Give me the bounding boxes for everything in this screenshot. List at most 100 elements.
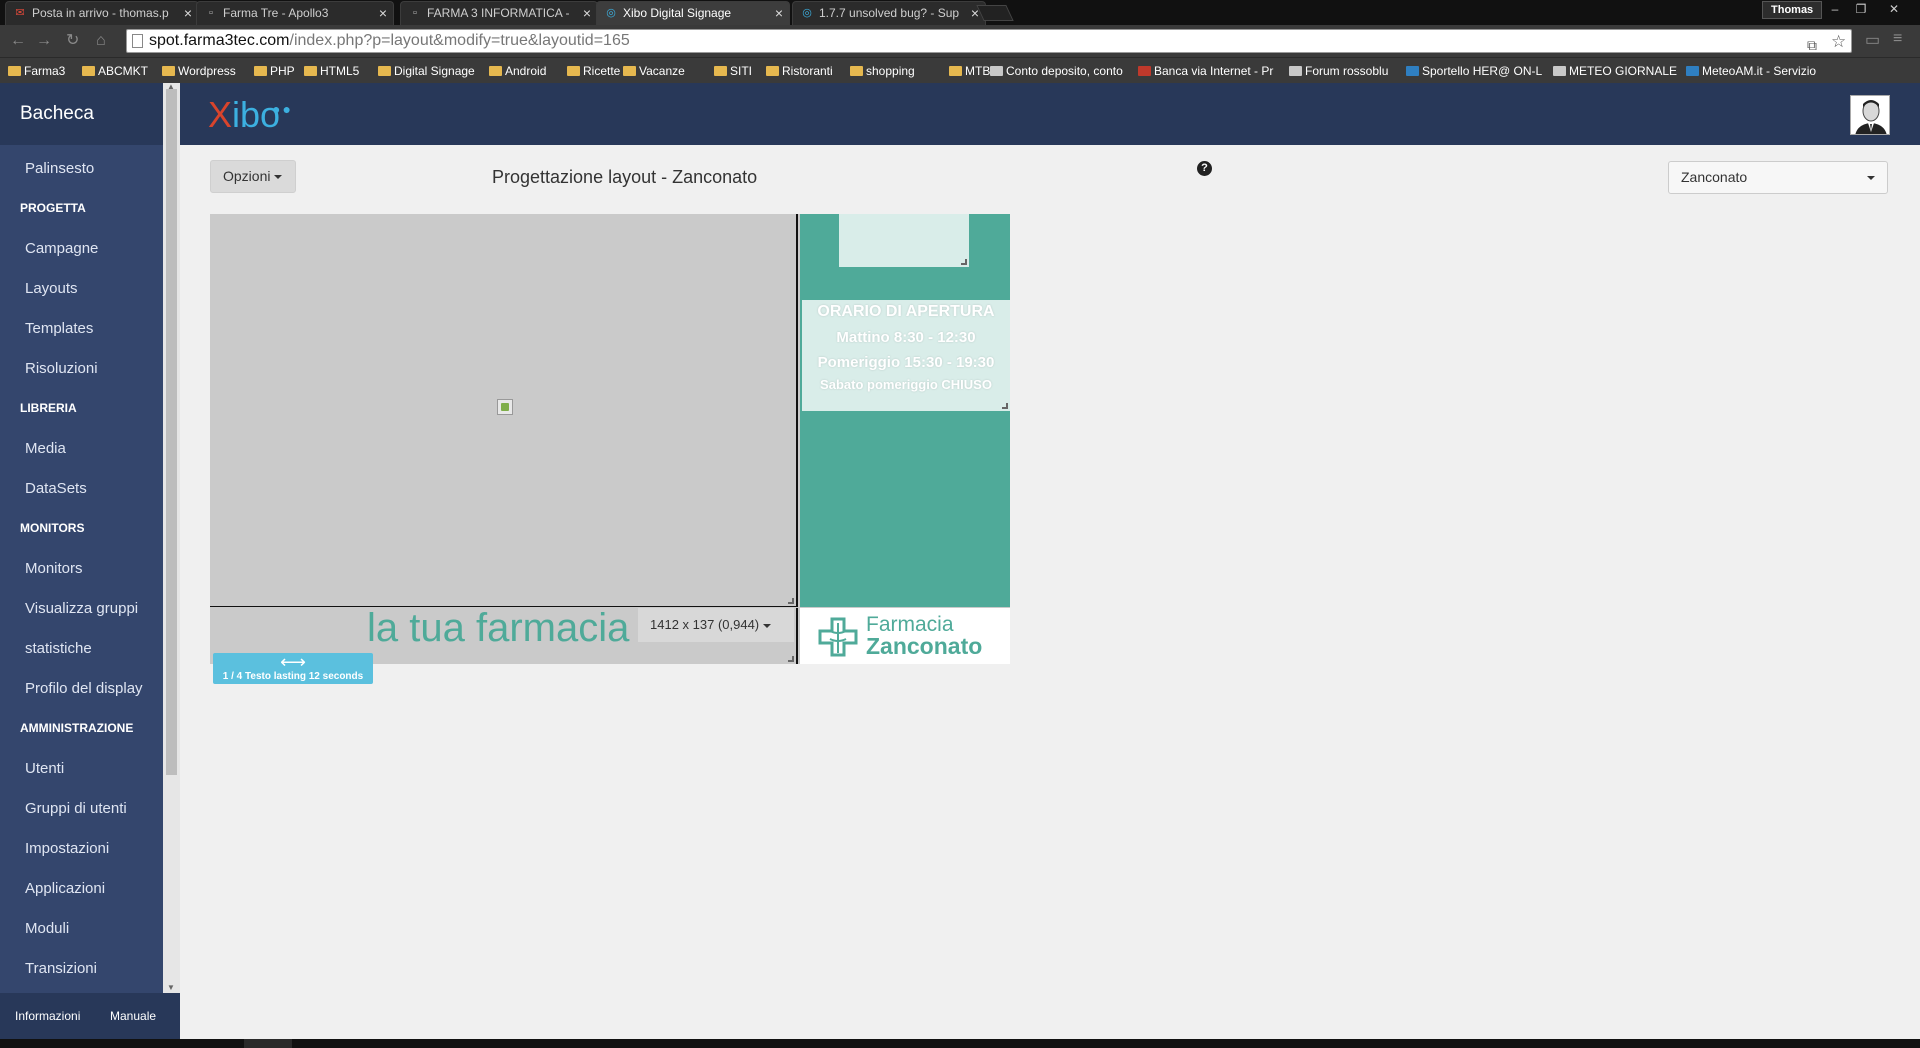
folder-icon bbox=[714, 66, 727, 76]
folder-icon bbox=[8, 66, 21, 76]
sidebar-heading-progetta: PROGETTA bbox=[20, 201, 86, 215]
close-tab-icon[interactable]: × bbox=[379, 2, 387, 24]
bookmark-item[interactable]: PHP bbox=[252, 62, 295, 80]
browser-tab[interactable]: ✉ Posta in arrivo - thomas.p × bbox=[5, 1, 199, 25]
user-avatar[interactable] bbox=[1850, 95, 1890, 135]
bookmark-item[interactable]: Vacanze bbox=[621, 62, 685, 80]
sidebar-item-gruppi-utenti[interactable]: Gruppi di utenti bbox=[25, 800, 127, 817]
reload-icon[interactable]: ↻ bbox=[66, 33, 79, 49]
bookmark-item[interactable]: METEO GIORNALE bbox=[1551, 62, 1677, 80]
sidebar-item-datasets[interactable]: DataSets bbox=[25, 480, 87, 497]
help-icon[interactable]: ? bbox=[1197, 161, 1212, 176]
close-tab-icon[interactable]: × bbox=[775, 2, 783, 24]
footer-link-informazioni[interactable]: Informazioni bbox=[15, 1009, 80, 1023]
sidebar-item-monitors[interactable]: Monitors bbox=[25, 560, 83, 577]
forward-icon[interactable]: → bbox=[36, 33, 52, 49]
sidebar-item-visualizza-gruppi[interactable]: Visualizza gruppi bbox=[25, 600, 138, 617]
sidebar-item-impostazioni[interactable]: Impostazioni bbox=[25, 840, 109, 857]
options-label: Opzioni bbox=[223, 168, 271, 184]
sidebar-item-utenti[interactable]: Utenti bbox=[25, 760, 64, 777]
browser-tab[interactable]: ◎ 1.7.7 unsolved bug? - Sup × bbox=[792, 1, 986, 25]
bookmark-item[interactable]: Conto deposito, conto bbox=[988, 62, 1123, 80]
sidebar-item-profilo-display[interactable]: Profilo del display bbox=[25, 680, 143, 697]
sidebar-item-layouts[interactable]: Layouts bbox=[25, 280, 78, 297]
back-icon[interactable]: ← bbox=[10, 33, 26, 49]
restore-icon[interactable]: ❐ bbox=[1848, 0, 1874, 18]
sidebar-item-statistiche[interactable]: statistiche bbox=[25, 640, 92, 657]
folder-icon bbox=[489, 66, 502, 76]
bookmark-item[interactable]: Ristoranti bbox=[764, 62, 833, 80]
home-icon[interactable]: ⌂ bbox=[96, 33, 106, 49]
browser-tab[interactable]: ▫ FARMA 3 INFORMATICA - × bbox=[400, 1, 598, 25]
sidebar-brand[interactable]: Bacheca bbox=[0, 83, 163, 145]
resize-handle-icon[interactable] bbox=[1002, 403, 1008, 409]
sidebar-item-applicazioni[interactable]: Applicazioni bbox=[25, 880, 105, 897]
bookmark-label: ABCMKT bbox=[98, 64, 149, 78]
region-small-top[interactable] bbox=[839, 214, 969, 267]
sidebar-item-risoluzioni[interactable]: Risoluzioni bbox=[25, 360, 98, 377]
address-bar[interactable]: spot.farma3tec.com/index.php?p=layout&mo… bbox=[126, 29, 1852, 53]
bookmark-item[interactable]: Android bbox=[487, 62, 546, 80]
region-media-badge[interactable]: ⟷ 1 / 4 Testo lasting 12 seconds bbox=[213, 653, 373, 684]
xibo-icon: ◎ bbox=[802, 7, 812, 19]
xibo-logo[interactable]: Xibo ●● bbox=[208, 94, 291, 135]
sidebar-scrollbar-thumb[interactable] bbox=[166, 89, 177, 775]
bookmark-label: Ristoranti bbox=[782, 64, 833, 78]
bookmark-star-icon[interactable]: ☆ bbox=[1831, 31, 1846, 53]
bookmark-item[interactable]: Farma3 bbox=[6, 62, 65, 80]
close-tab-icon[interactable]: × bbox=[184, 2, 192, 24]
resize-handle-icon[interactable] bbox=[961, 259, 967, 265]
minimize-icon[interactable]: – bbox=[1822, 0, 1848, 18]
sidebar-heading-libreria: LIBRERIA bbox=[20, 401, 77, 415]
region-size-dropdown[interactable]: 1412 x 137 (0,944) bbox=[638, 608, 794, 642]
bookmark-item[interactable]: Banca via Internet - Pr bbox=[1136, 62, 1273, 80]
bookmark-item[interactable]: MeteoAM.it - Servizio bbox=[1684, 62, 1816, 80]
bookmark-label: SITI bbox=[730, 64, 753, 78]
layout-select[interactable]: Zanconato bbox=[1668, 161, 1888, 194]
options-dropdown-button[interactable]: Opzioni bbox=[210, 160, 296, 193]
sidebar-item-palinsesto[interactable]: Palinsesto bbox=[25, 160, 94, 177]
bookmark-item[interactable]: Wordpress bbox=[160, 62, 236, 80]
bookmark-item[interactable]: Sportello HER@ ON-L bbox=[1404, 62, 1542, 80]
tab-title: Xibo Digital Signage bbox=[623, 6, 732, 20]
folder-icon bbox=[850, 66, 863, 76]
bookmark-item[interactable]: Digital Signage bbox=[376, 62, 475, 80]
taskbar-segment[interactable] bbox=[244, 1039, 292, 1048]
sidebar-item-media[interactable]: Media bbox=[25, 440, 66, 457]
logo-letter-x: X bbox=[208, 94, 233, 135]
app-header: Xibo ●● bbox=[180, 83, 1920, 145]
bookmark-label: Vacanze bbox=[639, 64, 685, 78]
bookmark-item[interactable]: MTB bbox=[947, 62, 990, 80]
sidebar-scrollbar[interactable]: ▲ ▼ bbox=[163, 82, 180, 993]
sidebar-item-transizioni[interactable]: Transizioni bbox=[25, 960, 97, 977]
region-main[interactable] bbox=[210, 214, 798, 607]
tab-title: Posta in arrivo - thomas.p bbox=[32, 6, 169, 20]
bookmark-item[interactable]: Ricette bbox=[565, 62, 620, 80]
bookmark-item[interactable]: Forum rossoblu bbox=[1287, 62, 1388, 80]
scroll-down-icon[interactable]: ▼ bbox=[167, 983, 175, 992]
browser-profile-button[interactable]: Thomas bbox=[1762, 1, 1823, 19]
browser-tab[interactable]: ◎ Xibo Digital Signage × bbox=[596, 1, 790, 25]
sidebar-item-templates[interactable]: Templates bbox=[25, 320, 93, 337]
bookmark-item[interactable]: shopping bbox=[848, 62, 915, 80]
bookmark-label: shopping bbox=[866, 64, 915, 78]
close-tab-icon[interactable]: × bbox=[583, 2, 591, 24]
resize-handle-icon[interactable] bbox=[788, 656, 794, 662]
sidebar-item-campagne[interactable]: Campagne bbox=[25, 240, 98, 257]
footer-link-manuale[interactable]: Manuale bbox=[110, 1009, 156, 1023]
close-window-icon[interactable]: ✕ bbox=[1874, 0, 1914, 18]
region-right-column[interactable]: ORARIO DI APERTURA Mattino 8:30 - 12:30 … bbox=[800, 214, 1010, 607]
resize-handle-icon[interactable] bbox=[788, 598, 794, 604]
region-opening-hours[interactable]: ORARIO DI APERTURA Mattino 8:30 - 12:30 … bbox=[802, 300, 1010, 411]
bookmark-item[interactable]: HTML5 bbox=[302, 62, 359, 80]
bookmark-label: MTB bbox=[965, 64, 991, 78]
region-pharmacy-logo[interactable]: Farmacia Zanconato bbox=[800, 608, 1010, 664]
cast-icon[interactable]: ▭ bbox=[1865, 33, 1880, 49]
sidebar-item-moduli[interactable]: Moduli bbox=[25, 920, 69, 937]
menu-icon[interactable]: ≡ bbox=[1893, 31, 1902, 47]
logo-dots-icon: ●● bbox=[272, 101, 293, 117]
bookmark-item[interactable]: SITI bbox=[712, 62, 752, 80]
browser-tab[interactable]: ▫ Farma Tre - Apollo3 × bbox=[196, 1, 394, 25]
translate-icon[interactable]: ⧉ bbox=[1807, 34, 1817, 56]
bookmark-item[interactable]: ABCMKT bbox=[80, 62, 148, 80]
